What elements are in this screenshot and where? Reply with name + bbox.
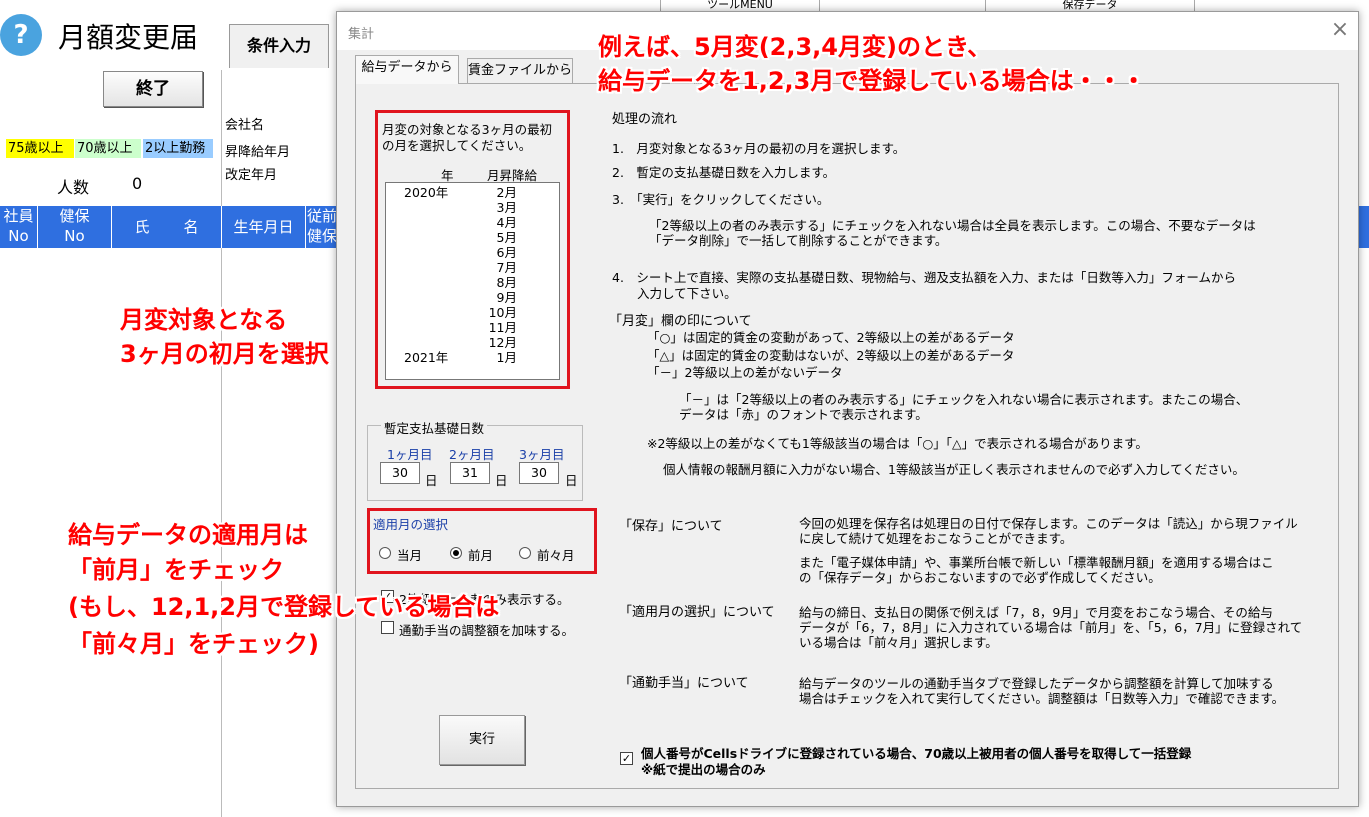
month-list[interactable]: 2020年 2月 3月 4月 5月 6月 7月 8月 9月 10月 11月 12月… bbox=[385, 182, 560, 380]
cells-drive-label-2: ※紙で提出の場合のみ bbox=[641, 762, 766, 777]
flow-step-3-note-1: 「2等級以上の者のみ表示する」にチェックを入れない場合は全員を表示します。この場… bbox=[649, 218, 1256, 233]
list-item[interactable]: 4月 bbox=[386, 215, 559, 230]
end-button[interactable]: 終了 bbox=[103, 71, 203, 107]
badge-70-over: 70歳以上 bbox=[75, 139, 141, 158]
flow-step-3-note-2: 「データ削除」で一括して削除することができます。 bbox=[649, 233, 948, 248]
day-input-2[interactable]: 31 bbox=[450, 462, 490, 484]
mark-circle: 「○」は固定的賃金の変動があって、2等級以上の差があるデータ bbox=[647, 330, 1015, 345]
revision-month-label: 改定年月 bbox=[225, 168, 278, 183]
radio-current-month[interactable] bbox=[379, 547, 391, 559]
days-group-label: 暫定支払基礎日数 bbox=[381, 418, 488, 437]
flow-step-4-2: 入力して下さい。 bbox=[637, 286, 737, 301]
raise-month-label: 昇降給年月 bbox=[225, 145, 291, 160]
help-icon[interactable]: ? bbox=[0, 14, 42, 56]
company-label: 会社名 bbox=[225, 118, 265, 133]
flow-step-1: 1. 月変対象となる3ヶ月の最初の月を選択します。 bbox=[612, 141, 906, 156]
save-desc-3: また「電子媒体申請」や、事業所台帳で新しい「標準報酬月額」を適用する場合はこ bbox=[799, 555, 1274, 570]
list-item[interactable]: 6月 bbox=[386, 245, 559, 260]
mark-triangle: 「△」は固定的賃金の変動はないが、2等級以上の差があるデータ bbox=[647, 348, 1015, 363]
annotation-left-2: 3ヶ月の初月を選択 bbox=[120, 340, 329, 368]
day-label-3: 3ヶ月目 bbox=[519, 447, 565, 462]
day-label-2: 2ヶ月目 bbox=[449, 447, 495, 462]
radio-two-months-label: 前々月 bbox=[537, 548, 575, 563]
list-item[interactable]: 3月 bbox=[386, 200, 559, 215]
list-item[interactable]: 5月 bbox=[386, 230, 559, 245]
tab-condition-input[interactable]: 条件入力 bbox=[229, 24, 329, 68]
count-value: 0 bbox=[132, 174, 143, 193]
day-unit-3: 日 bbox=[565, 473, 578, 488]
day-input-1[interactable]: 30 bbox=[380, 462, 420, 484]
list-item[interactable]: 12月 bbox=[386, 335, 559, 350]
badge-75-over: 75歳以上 bbox=[6, 139, 74, 158]
list-item[interactable]: 10月 bbox=[386, 305, 559, 320]
save-desc-4: の「保存データ」からおこないますので必ず作成してください。 bbox=[799, 570, 1161, 585]
annotation-bottom-2: 「前月」をチェック bbox=[68, 556, 284, 584]
save-desc-2: に戻して続けて処理をおこなうことができます。 bbox=[799, 531, 1073, 546]
header-previous: 従前 健保 bbox=[306, 207, 337, 245]
flow-step-2: 2. 暫定の支払基礎日数を入力します。 bbox=[612, 165, 836, 180]
header-employee-no: 社員 No bbox=[0, 206, 38, 248]
commute-desc-1: 給与データのツールの通勤手当タブで登録したデータから調整額を計算して加味する bbox=[799, 676, 1274, 691]
flow-step-3: 3. 「実行」をクリックしてください。 bbox=[612, 192, 830, 207]
commute-desc-2: 場合はチェックを入れて実行してください。調整額は「日数等入力」で確認できます。 bbox=[799, 691, 1285, 706]
annotation-bottom-3: (もし、12,1,2月で登録している場合は bbox=[68, 593, 500, 621]
execute-button[interactable]: 実行 bbox=[439, 715, 525, 765]
save-label: 「保存」について bbox=[619, 519, 723, 534]
list-item[interactable]: 8月 bbox=[386, 275, 559, 290]
annotation-bottom-1: 給与データの適用月は bbox=[68, 521, 308, 549]
page-title: 月額変更届 bbox=[58, 21, 199, 54]
note-personal: 個人情報の報酬月額に入力がない場合、1等級該当が正しく表示されませんので必ず入力… bbox=[663, 462, 1245, 477]
header-birthdate: 生年月日 bbox=[222, 206, 306, 248]
month-prompt: 月変の対象となる3ヶ月の最初の月を選択してください。 bbox=[382, 122, 553, 153]
aggregate-dialog: 集計 × 給与データから 賃金ファイルから 月変の対象となる3ヶ月の最初の月を選… bbox=[336, 11, 1359, 807]
mark-note-2: データは「赤」のフォントで表示されます。 bbox=[679, 407, 928, 422]
list-item[interactable]: 7月 bbox=[386, 260, 559, 275]
dialog-title: 集計 bbox=[348, 27, 375, 42]
radio-previous-month[interactable] bbox=[450, 547, 462, 559]
header-insurance-no: 健保 No bbox=[38, 206, 112, 248]
cells-drive-label-1: 個人番号がCellsドライブに登録されている場合、70歳以上被用者の個人番号を取… bbox=[641, 746, 1192, 761]
header-name: 氏名 bbox=[112, 206, 222, 248]
list-item[interactable]: 2020年 2月 bbox=[386, 185, 559, 200]
day-label-1: 1ヶ月目 bbox=[387, 447, 433, 462]
mark-dash: 「－」2等級以上の差がないデータ bbox=[647, 365, 843, 380]
badge-2-more: 2以上勤務 bbox=[143, 139, 213, 158]
note-star: ※2等級以上の差がなくても1等級該当の場合は「○」「△」で表示される場合がありま… bbox=[647, 436, 1148, 451]
save-desc-1: 今回の処理を保存名は処理日の日付で保存します。このデータは「読込」から現ファイル bbox=[799, 516, 1298, 531]
mark-note-1: 「－」は「2等級以上の者のみ表示する」にチェックを入れない場合に表示されます。ま… bbox=[679, 392, 1249, 407]
list-item[interactable]: 9月 bbox=[386, 290, 559, 305]
day-unit-2: 日 bbox=[495, 473, 508, 488]
annotation-top-2: 給与データを1,2,3月で登録している場合は・・・ bbox=[598, 67, 1146, 95]
flow-title: 処理の流れ bbox=[612, 112, 678, 127]
apply-desc-3: いる場合は「前々月」選択します。 bbox=[799, 635, 998, 650]
column-divider bbox=[221, 70, 222, 817]
annotation-top-1: 例えば、5月変(2,3,4月変)のとき、 bbox=[598, 33, 992, 61]
tab-wage-file[interactable]: 賃金ファイルから bbox=[467, 58, 573, 83]
apply-month-title: 適用月の選択 bbox=[373, 517, 449, 532]
commute-heading: 「通勤手当」について bbox=[619, 676, 749, 691]
checkbox-cells-drive[interactable]: ✓ bbox=[620, 752, 633, 765]
apply-desc-2: データが「6，7，8月」に入力されている場合は「前月」を、「5，6，7月」に登録… bbox=[799, 620, 1303, 635]
close-icon[interactable]: × bbox=[1327, 17, 1353, 43]
day-unit-1: 日 bbox=[425, 473, 438, 488]
annotation-left-1: 月変対象となる bbox=[120, 306, 288, 334]
screen: ? 月額変更届 終了 条件入力 ツールMENU 保存データ 会社名 昇降給年月 … bbox=[0, 0, 1369, 817]
annotation-bottom-4: 「前々月」をチェック) bbox=[68, 630, 319, 658]
list-item[interactable]: 2021年 1月 bbox=[386, 350, 559, 365]
tab-salary-data[interactable]: 給与データから bbox=[355, 55, 459, 84]
radio-current-label: 当月 bbox=[397, 548, 423, 563]
radio-two-months-before[interactable] bbox=[519, 547, 531, 559]
list-item[interactable]: 11月 bbox=[386, 320, 559, 335]
radio-previous-label: 前月 bbox=[468, 548, 494, 563]
day-input-3[interactable]: 30 bbox=[519, 462, 559, 484]
count-label: 人数 bbox=[57, 178, 90, 197]
mark-title: 「月変」欄の印について bbox=[609, 314, 752, 329]
apply-desc-1: 給与の締日、支払日の関係で例えば「7，8，9月」で月変をおこなう場合、その給与 bbox=[799, 605, 1273, 620]
flow-step-4-1: 4. シート上で直接、実際の支払基礎日数、現物給与、遡及支払額を入力、または「日… bbox=[612, 270, 1237, 285]
apply-month-heading: 「適用月の選択」について bbox=[619, 605, 775, 620]
